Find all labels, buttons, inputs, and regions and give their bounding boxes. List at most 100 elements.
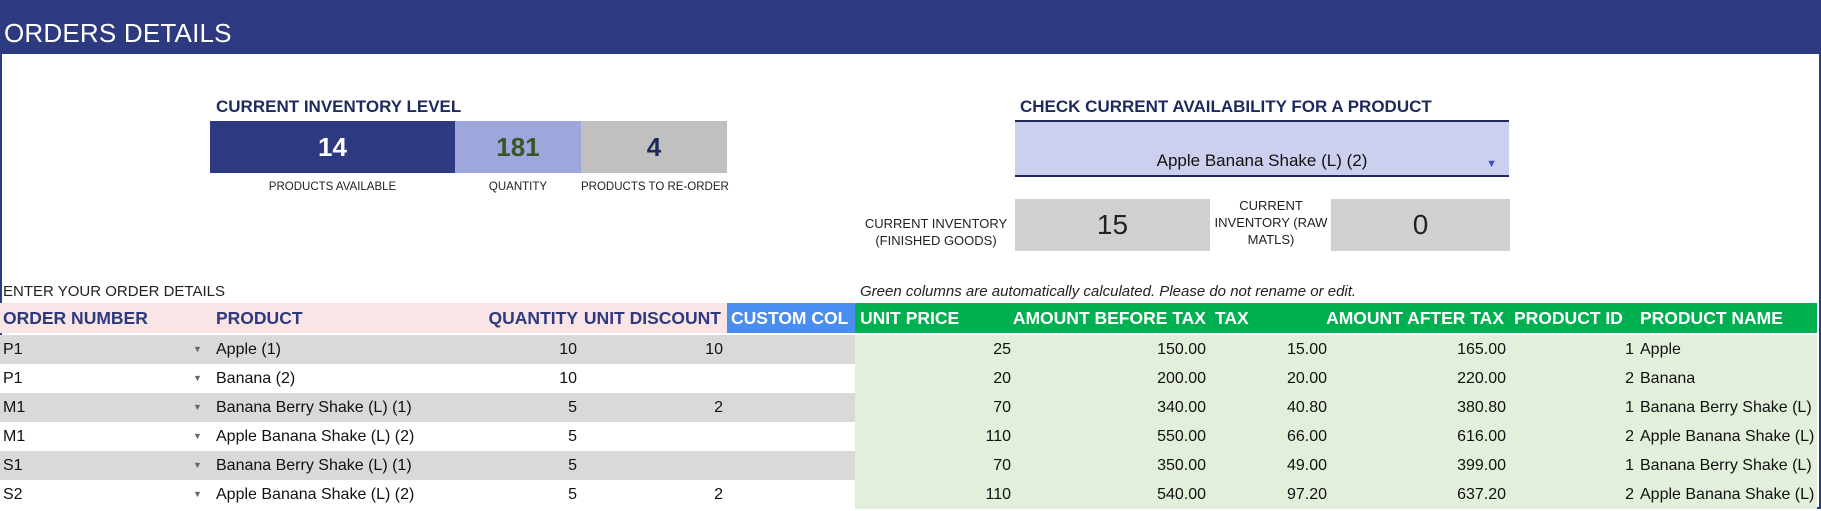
order-number-cell[interactable]: M1 ▼: [0, 393, 210, 422]
dropdown-arrow-icon[interactable]: ▼: [193, 344, 202, 354]
col-amount-before-tax: AMOUNT BEFORE TAX: [1013, 303, 1210, 333]
quantity-cell[interactable]: 5: [455, 393, 581, 422]
amount-after-tax-cell: 399.00: [1331, 451, 1510, 480]
product-select[interactable]: Apple Banana Shake (L) (2) ▼: [1015, 120, 1509, 177]
unit-price-cell: 20: [855, 364, 1015, 393]
dropdown-arrow-icon[interactable]: ▼: [193, 460, 202, 470]
table-row: S2 ▼ Apple Banana Shake (L) (2) 5 2 110 5…: [0, 480, 1817, 509]
availability-section-title: CHECK CURRENT AVAILABILITY FOR A PRODUCT: [1020, 97, 1432, 116]
quantity-cell[interactable]: 5: [455, 480, 581, 509]
amount-after-tax-cell: 220.00: [1331, 364, 1510, 393]
unit-discount-cell[interactable]: 2: [581, 393, 727, 422]
custom-cell[interactable]: [727, 422, 855, 451]
reorder-label: PRODUCTS TO RE-ORDER: [581, 181, 729, 193]
product-cell[interactable]: Apple (1): [210, 335, 455, 364]
quantity-cell[interactable]: 5: [455, 451, 581, 480]
product-name-cell: Banana: [1638, 364, 1817, 393]
product-id-cell: 2: [1510, 364, 1638, 393]
col-custom: CUSTOM COL: [727, 303, 855, 333]
amount-before-tax-cell: 550.00: [1015, 422, 1210, 451]
col-tax: TAX: [1210, 303, 1331, 333]
tax-cell: 40.80: [1210, 393, 1331, 422]
order-number-cell[interactable]: M1 ▼: [0, 422, 210, 451]
table-row: P1 ▼ Apple (1) 10 10 25 150.00 15.00 165.…: [0, 335, 1817, 364]
product-cell[interactable]: Banana Berry Shake (L) (1): [210, 393, 455, 422]
amount-before-tax-cell: 350.00: [1015, 451, 1210, 480]
reorder-value: 4: [581, 121, 727, 173]
order-number-cell[interactable]: S2 ▼: [0, 480, 210, 509]
amount-after-tax-cell: 616.00: [1331, 422, 1510, 451]
table-row: M1 ▼ Apple Banana Shake (L) (2) 5 110 550…: [0, 422, 1817, 451]
raw-materials-value: 0: [1331, 199, 1510, 251]
amount-before-tax-cell: 540.00: [1015, 480, 1210, 509]
dropdown-arrow-icon[interactable]: ▼: [193, 373, 202, 383]
quantity-cell[interactable]: 10: [455, 335, 581, 364]
product-name-cell: Banana Berry Shake (L): [1638, 393, 1817, 422]
product-name-cell: Banana Berry Shake (L): [1638, 451, 1817, 480]
dropdown-arrow-icon[interactable]: ▼: [193, 489, 202, 499]
col-unit-price: UNIT PRICE: [855, 303, 1015, 333]
products-available-value: 14: [210, 121, 455, 173]
tax-cell: 49.00: [1210, 451, 1331, 480]
product-id-cell: 2: [1510, 480, 1638, 509]
custom-cell[interactable]: [727, 364, 855, 393]
product-name-cell: Apple Banana Shake (L): [1638, 480, 1817, 509]
unit-price-cell: 110: [855, 480, 1015, 509]
table-row: S1 ▼ Banana Berry Shake (L) (1) 5 70 350.…: [0, 451, 1817, 480]
finished-goods-label: CURRENT INVENTORY (FINISHED GOODS): [864, 216, 1008, 248]
col-product-name: PRODUCT NAME: [1638, 303, 1817, 333]
unit-price-cell: 70: [855, 451, 1015, 480]
chevron-down-icon[interactable]: ▼: [1486, 158, 1497, 170]
product-cell[interactable]: Banana Berry Shake (L) (1): [210, 451, 455, 480]
col-quantity: QUANTITY: [455, 303, 581, 333]
order-number-cell[interactable]: P1 ▼: [0, 335, 210, 364]
product-cell[interactable]: Banana (2): [210, 364, 455, 393]
unit-price-cell: 70: [855, 393, 1015, 422]
product-id-cell: 1: [1510, 451, 1638, 480]
product-cell[interactable]: Apple Banana Shake (L) (2): [210, 480, 455, 509]
unit-price-cell: 110: [855, 422, 1015, 451]
custom-cell[interactable]: [727, 335, 855, 364]
product-name-cell: Apple: [1638, 335, 1817, 364]
finished-goods-value: 15: [1015, 199, 1210, 251]
auto-calc-note: Green columns are automatically calculat…: [860, 283, 1357, 300]
unit-discount-cell[interactable]: 2: [581, 480, 727, 509]
selected-product: Apple Banana Shake (L) (2): [1156, 151, 1368, 170]
custom-cell[interactable]: [727, 451, 855, 480]
quantity-cell[interactable]: 10: [455, 364, 581, 393]
custom-cell[interactable]: [727, 393, 855, 422]
quantity-label: QUANTITY: [488, 181, 548, 193]
product-id-cell: 1: [1510, 393, 1638, 422]
dropdown-arrow-icon[interactable]: ▼: [193, 431, 202, 441]
quantity-cell[interactable]: 5: [455, 422, 581, 451]
amount-after-tax-cell: 637.20: [1331, 480, 1510, 509]
col-product: PRODUCT: [210, 303, 455, 333]
product-cell[interactable]: Apple Banana Shake (L) (2): [210, 422, 455, 451]
product-id-cell: 1: [1510, 335, 1638, 364]
raw-materials-label: CURRENT INVENTORY (RAW MATLS): [1214, 198, 1328, 247]
col-order-number: ORDER NUMBER: [0, 303, 210, 333]
amount-after-tax-cell: 165.00: [1331, 335, 1510, 364]
unit-price-cell: 25: [855, 335, 1015, 364]
tax-cell: 97.20: [1210, 480, 1331, 509]
unit-discount-cell[interactable]: [581, 451, 727, 480]
order-number-cell[interactable]: S1 ▼: [0, 451, 210, 480]
unit-discount-cell[interactable]: 10: [581, 335, 727, 364]
col-unit-discount: UNIT DISCOUNT: [581, 303, 727, 333]
col-product-id: PRODUCT ID: [1510, 303, 1638, 333]
table-row: P1 ▼ Banana (2) 10 20 200.00 20.00 220.00…: [0, 364, 1817, 393]
dropdown-arrow-icon[interactable]: ▼: [193, 402, 202, 412]
unit-discount-cell[interactable]: [581, 422, 727, 451]
order-number-cell[interactable]: P1 ▼: [0, 364, 210, 393]
amount-after-tax-cell: 380.80: [1331, 393, 1510, 422]
amount-before-tax-cell: 200.00: [1015, 364, 1210, 393]
tax-cell: 66.00: [1210, 422, 1331, 451]
table-row: M1 ▼ Banana Berry Shake (L) (1) 5 2 70 34…: [0, 393, 1817, 422]
amount-before-tax-cell: 340.00: [1015, 393, 1210, 422]
quantity-value: 181: [455, 121, 581, 173]
products-available-label: PRODUCTS AVAILABLE: [268, 181, 397, 193]
amount-before-tax-cell: 150.00: [1015, 335, 1210, 364]
unit-discount-cell[interactable]: [581, 364, 727, 393]
inventory-section-title: CURRENT INVENTORY LEVEL: [216, 97, 462, 116]
custom-cell[interactable]: [727, 480, 855, 509]
